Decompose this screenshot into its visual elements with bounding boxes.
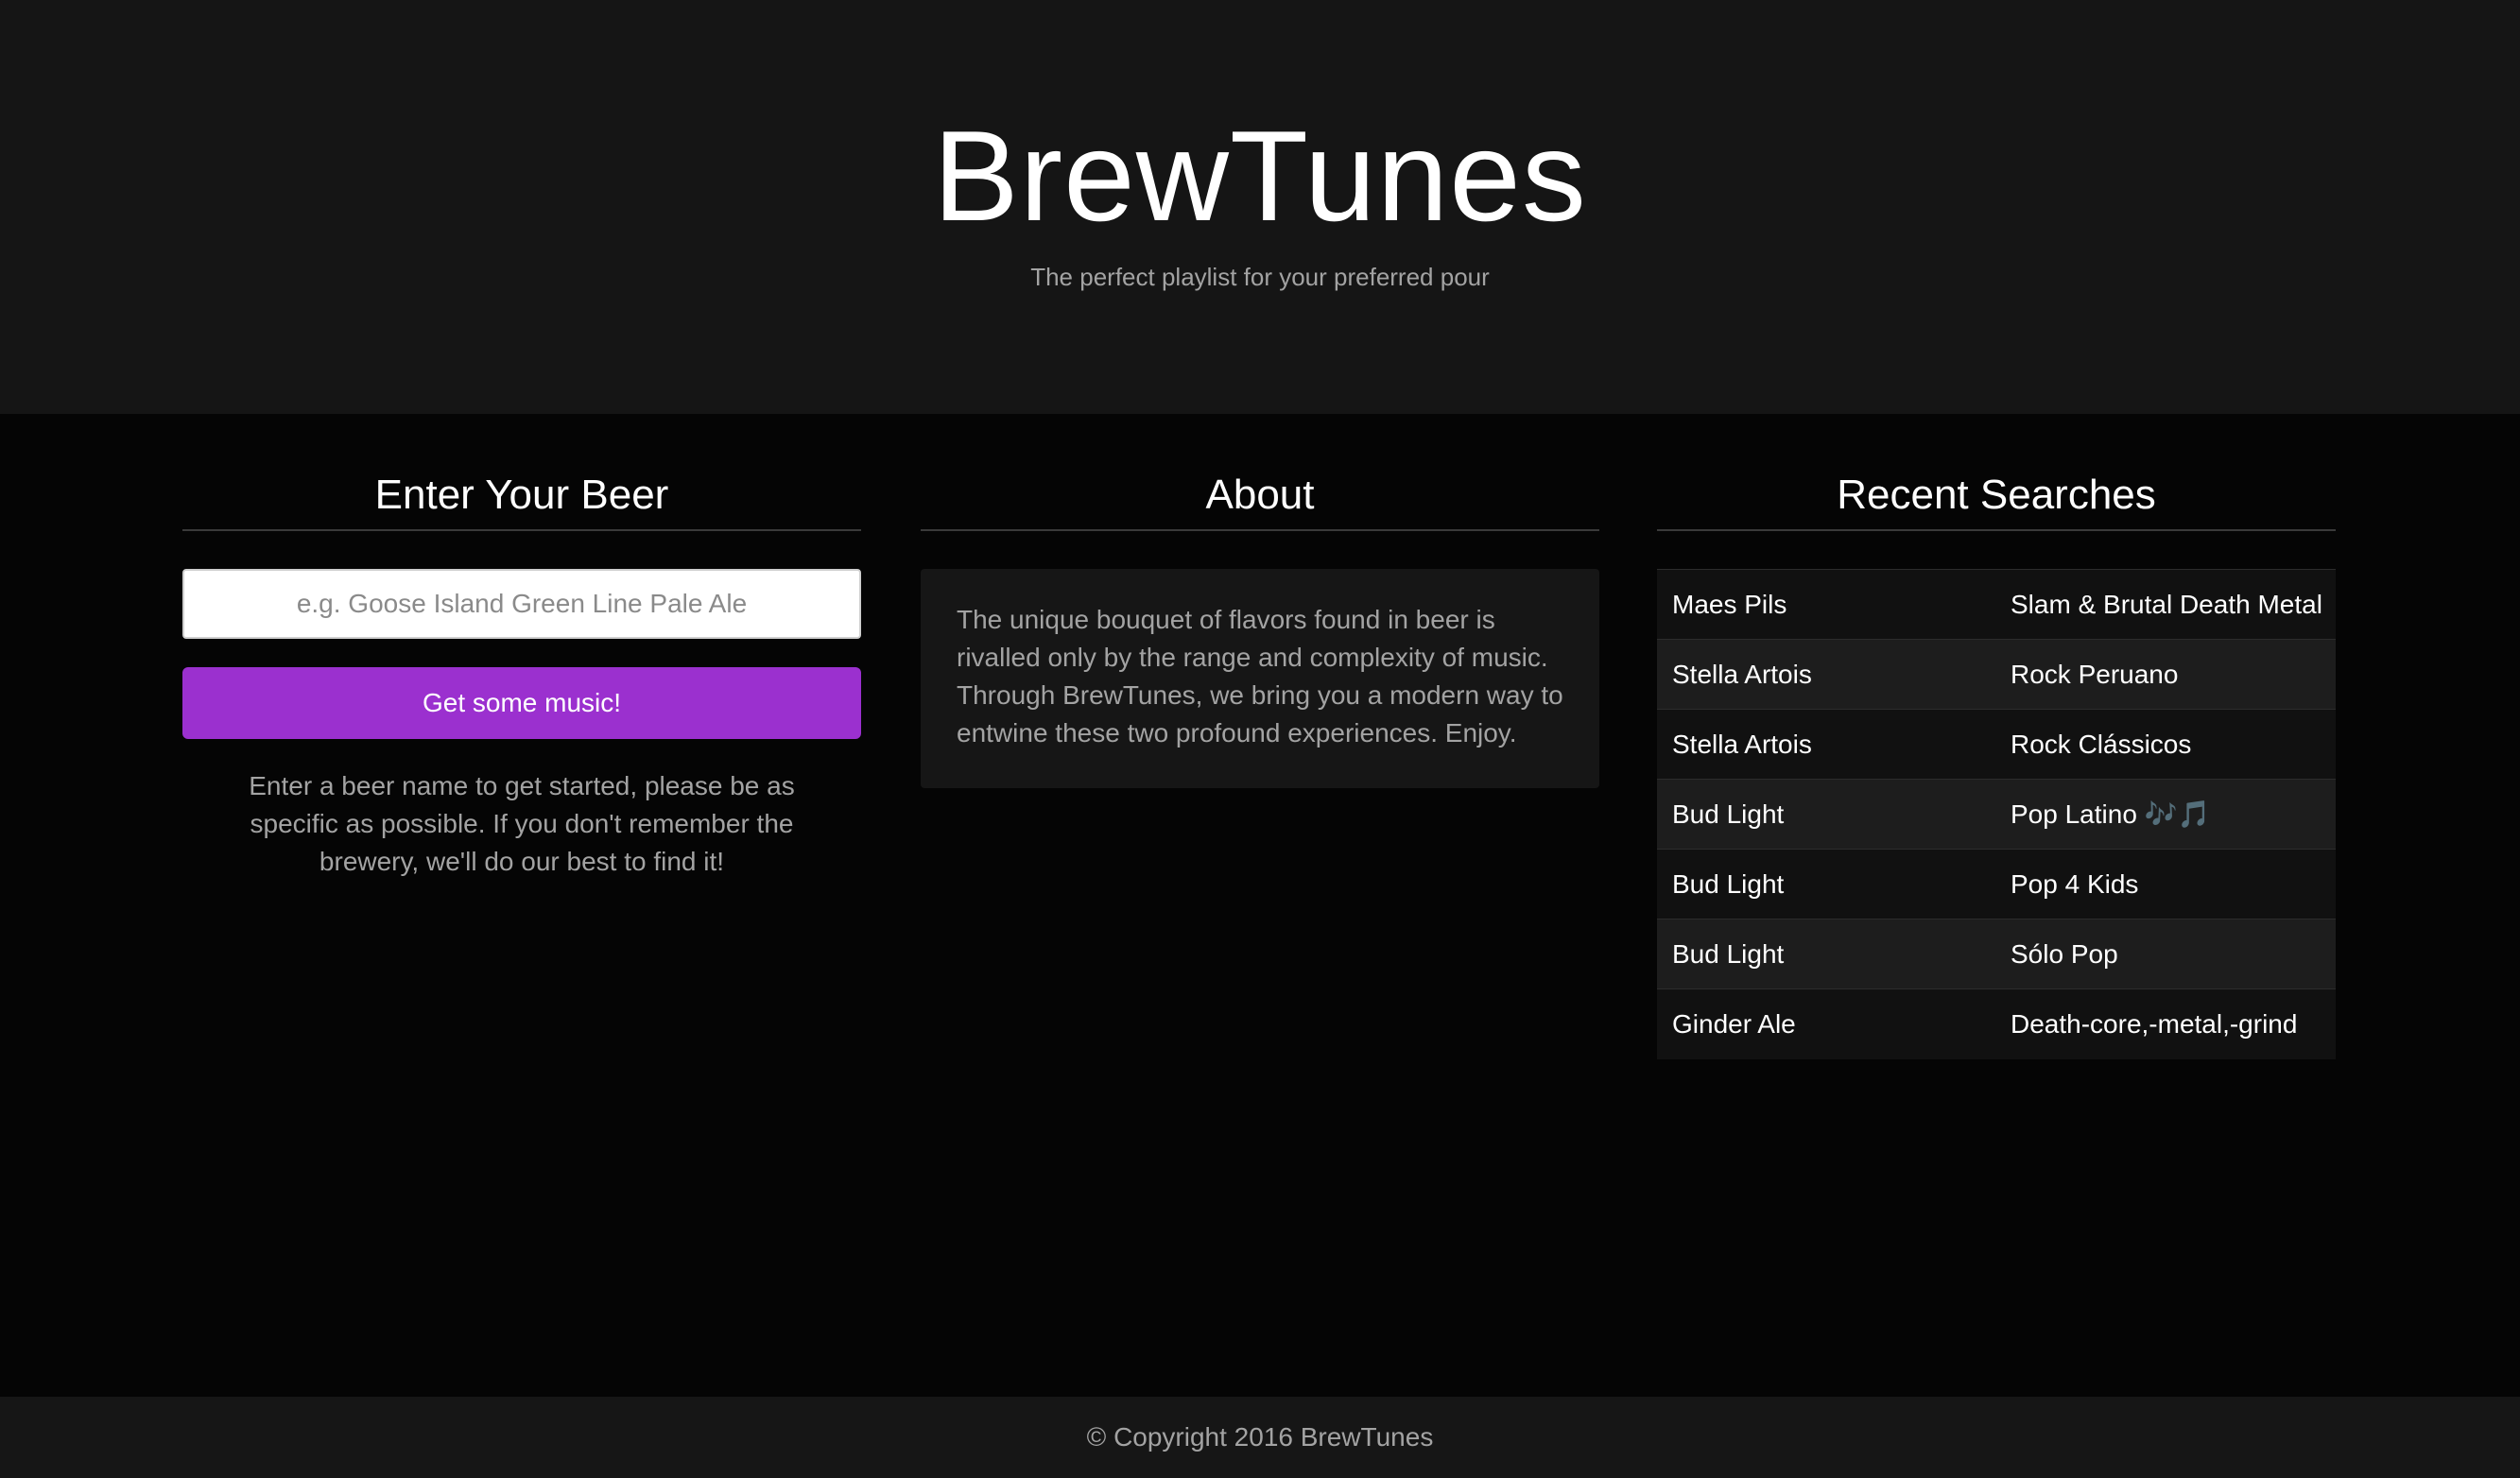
table-row: Stella Artois Rock Peruano <box>1657 639 2336 710</box>
about-section: About The unique bouquet of flavors foun… <box>921 469 1599 788</box>
beer-name-cell: Ginder Ale <box>1657 988 1995 1059</box>
beer-name-cell: Bud Light <box>1657 919 1995 989</box>
beer-name-cell: Stella Artois <box>1657 709 1995 780</box>
table-row: Maes Pils Slam & Brutal Death Metal <box>1657 569 2336 640</box>
genre-cell: Pop 4 Kids <box>1995 849 2336 919</box>
about-text: The unique bouquet of flavors found in b… <box>921 569 1599 788</box>
enter-beer-heading: Enter Your Beer <box>182 469 861 531</box>
enter-beer-section: Enter Your Beer Get some music! Enter a … <box>182 469 861 881</box>
footer: © Copyright 2016 BrewTunes <box>0 1397 2520 1478</box>
genre-cell: Slam & Brutal Death Metal <box>1995 569 2336 640</box>
about-heading: About <box>921 469 1599 531</box>
beer-name-cell: Stella Artois <box>1657 639 1995 710</box>
recent-searches-heading: Recent Searches <box>1657 469 2336 531</box>
table-row: Bud Light Sólo Pop <box>1657 919 2336 989</box>
get-music-button[interactable]: Get some music! <box>182 667 861 739</box>
genre-cell: Death-core,-metal,-grind <box>1995 988 2336 1059</box>
genre-cell: Rock Clássicos <box>1995 709 2336 780</box>
beer-name-cell: Bud Light <box>1657 849 1995 919</box>
page-title: BrewTunes <box>933 104 1587 248</box>
beer-name-cell: Bud Light <box>1657 779 1995 850</box>
tagline: The perfect playlist for your preferred … <box>1030 263 1490 291</box>
recent-searches-section: Recent Searches Maes Pils Slam & Brutal … <box>1657 469 2336 1059</box>
genre-cell: Pop Latino 🎶🎵 <box>1995 779 2336 850</box>
recent-searches-table: Maes Pils Slam & Brutal Death Metal Stel… <box>1657 569 2336 1059</box>
beer-name-cell: Maes Pils <box>1657 569 1995 640</box>
hero-header: BrewTunes The perfect playlist for your … <box>0 0 2520 414</box>
table-row: Stella Artois Rock Clássicos <box>1657 709 2336 780</box>
table-row: Ginder Ale Death-core,-metal,-grind <box>1657 988 2336 1059</box>
genre-cell: Sólo Pop <box>1995 919 2336 989</box>
beer-help-text: Enter a beer name to get started, please… <box>249 771 795 876</box>
table-row: Bud Light Pop 4 Kids <box>1657 849 2336 919</box>
table-row: Bud Light Pop Latino 🎶🎵 <box>1657 779 2336 850</box>
copyright-text: © Copyright 2016 BrewTunes <box>1086 1422 1434 1452</box>
beer-search-input[interactable] <box>182 569 861 639</box>
main-content: Enter Your Beer Get some music! Enter a … <box>0 414 2520 1397</box>
genre-cell: Rock Peruano <box>1995 639 2336 710</box>
